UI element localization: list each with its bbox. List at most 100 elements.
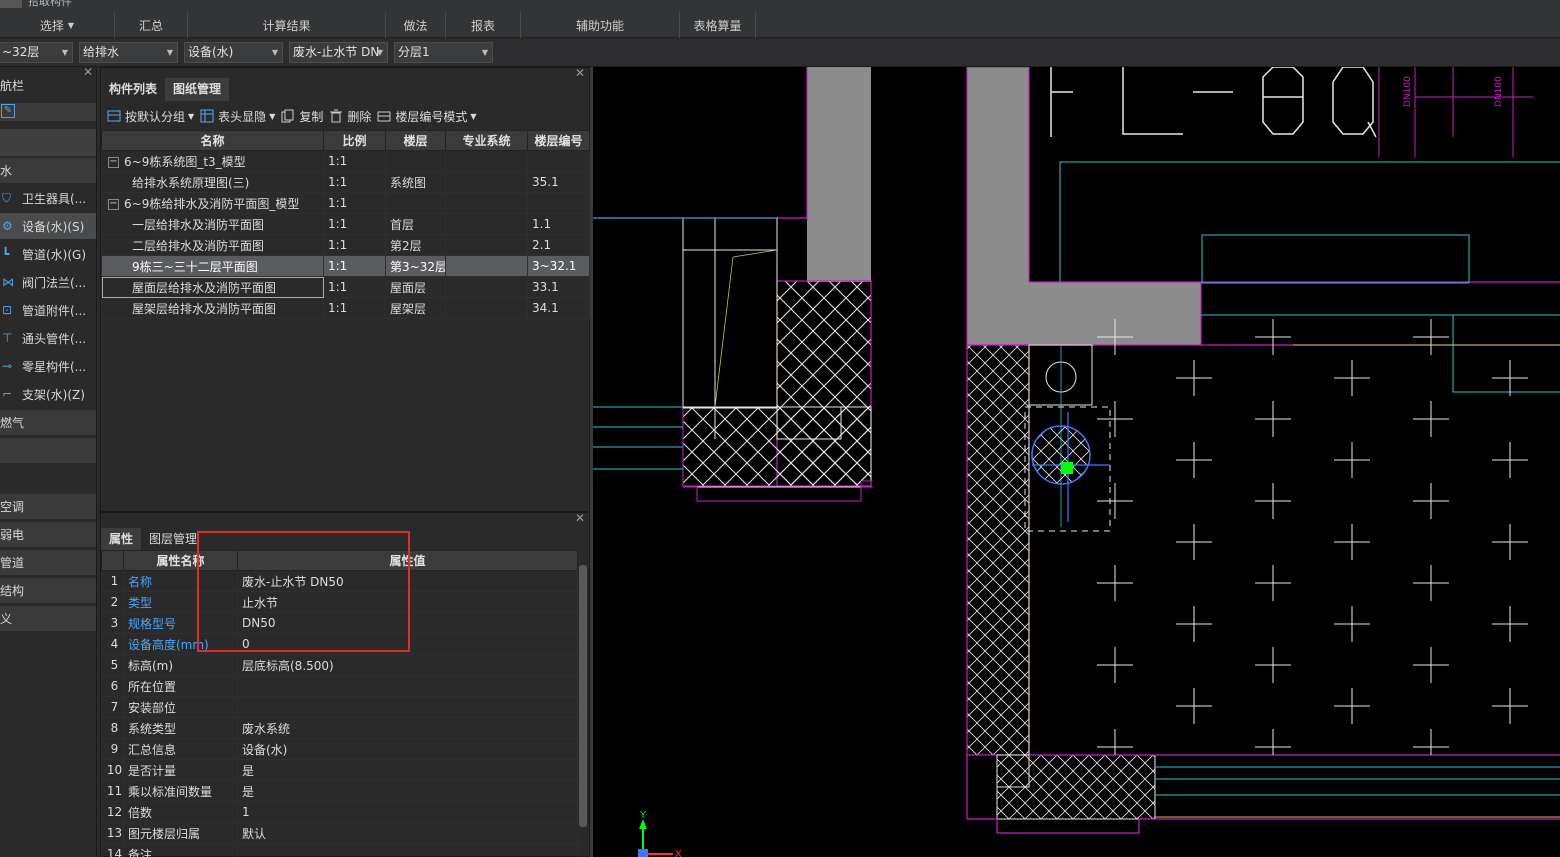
- ribbon-group-table-calc[interactable]: 表格算量: [680, 12, 756, 38]
- type-select[interactable]: 设备(水) ▼: [184, 42, 283, 63]
- property-row[interactable]: 14 备注: [101, 843, 578, 857]
- column-header[interactable]: 比例: [323, 130, 386, 151]
- ribbon-group-method[interactable]: 做法: [386, 12, 446, 38]
- floor-select[interactable]: ~32层 ▼: [0, 42, 73, 63]
- pick-component-label[interactable]: 拾取构件: [28, 0, 72, 9]
- sublayer-select[interactable]: 分层1 ▼: [394, 42, 493, 63]
- property-value[interactable]: 1: [237, 801, 578, 823]
- cad-canvas[interactable]: DN100 DN100 Y X: [593, 67, 1560, 857]
- nav-item-bracket[interactable]: ⌐ 支架(水)(Z): [0, 381, 96, 407]
- copy-button[interactable]: 复制: [281, 108, 323, 125]
- column-header[interactable]: 专业系统: [445, 130, 528, 151]
- property-value[interactable]: 层底标高(8.500): [237, 654, 578, 676]
- property-row[interactable]: 13 图元楼层归属 默认: [101, 822, 578, 844]
- property-value[interactable]: DN50: [237, 612, 578, 634]
- property-value[interactable]: 废水系统: [237, 717, 578, 739]
- property-row[interactable]: 8 系统类型 废水系统: [101, 717, 578, 739]
- table-row[interactable]: 屋架层给排水及消防平面图 1:1 屋架层 34.1: [101, 297, 590, 319]
- nav-item-misc[interactable]: ⊸ 零星构件(...: [0, 353, 96, 379]
- cad-drawing[interactable]: DN100 DN100 Y X: [593, 67, 1560, 857]
- property-value[interactable]: 设备(水): [237, 738, 578, 760]
- nav-item-pipe[interactable]: ┗ 管道(水)(G): [0, 241, 96, 267]
- property-value[interactable]: 默认: [237, 822, 578, 844]
- tab-drawing-management[interactable]: 图纸管理: [165, 78, 230, 101]
- ribbon-group-aux[interactable]: 辅助功能: [521, 12, 680, 38]
- grip-point[interactable]: [1061, 462, 1073, 474]
- drawing-name-cell: 屋面层给排水及消防平面图: [101, 276, 324, 298]
- close-icon[interactable]: ✕: [575, 511, 585, 525]
- close-icon[interactable]: ✕: [575, 66, 585, 80]
- property-name: 是否计量: [123, 759, 238, 781]
- property-value[interactable]: 是: [237, 780, 578, 802]
- property-row[interactable]: 7 安装部位: [101, 696, 578, 718]
- collapse-icon[interactable]: −: [108, 198, 119, 210]
- property-row[interactable]: 2 类型 止水节: [101, 591, 578, 613]
- table-header-icon: [200, 109, 214, 123]
- table-row[interactable]: 给排水系统原理图(三) 1:1 系统图 35.1: [101, 171, 590, 193]
- property-row[interactable]: 3 规格型号 DN50: [101, 612, 578, 634]
- column-header[interactable]: 楼层编号: [527, 130, 590, 151]
- equipment-icon: ⚙: [2, 219, 13, 233]
- edit-icon[interactable]: ✎: [1, 104, 15, 118]
- nav-category-pipeline[interactable]: 管道: [0, 549, 96, 575]
- nav-category-blank[interactable]: [0, 128, 96, 156]
- properties-table: 属性名称 属性值 1 名称 废水-止水节 DN50 2 类型 止水节 3 规格型号 DN50 4 设…: [101, 550, 578, 857]
- discipline-select[interactable]: 给排水 ▼: [79, 42, 178, 63]
- system-cell: [445, 297, 528, 319]
- property-row[interactable]: 12 倍数 1: [101, 801, 578, 823]
- property-row[interactable]: 11 乘以标准间数量是: [101, 780, 578, 802]
- property-row[interactable]: 9 汇总信息 设备(水): [101, 738, 578, 760]
- delete-button[interactable]: 删除: [329, 108, 371, 125]
- chevron-down-icon: ▼: [269, 111, 276, 121]
- ribbon-group-select[interactable]: 选择 ▼: [0, 12, 115, 38]
- table-row[interactable]: 一层给排水及消防平面图 1:1 首层 1.1: [101, 213, 590, 235]
- property-value[interactable]: [237, 843, 578, 857]
- row-number-header: [101, 550, 124, 571]
- scale-cell: 1:1: [323, 171, 386, 193]
- nav-category-hvac[interactable]: 空调: [0, 493, 96, 519]
- nav-category-custom[interactable]: 义: [0, 605, 96, 631]
- table-row[interactable]: −6~9栋系统图_t3_模型 1:1: [101, 150, 590, 172]
- ribbon-group-results[interactable]: 计算结果: [188, 12, 386, 38]
- nav-item-tee[interactable]: ⊤ 通头管件(...: [0, 325, 96, 351]
- property-value[interactable]: [237, 696, 578, 718]
- column-header[interactable]: 名称: [101, 130, 324, 151]
- property-value[interactable]: [237, 675, 578, 697]
- property-value[interactable]: 0: [237, 633, 578, 655]
- nav-category-weak-current[interactable]: 弱电: [0, 521, 96, 547]
- nav-item-pipe-fitting[interactable]: ⊡ 管道附件(...: [0, 297, 96, 323]
- tab-layer-management[interactable]: 图层管理: [141, 528, 205, 551]
- nav-category-blank2[interactable]: [0, 437, 96, 463]
- properties-scrollbar[interactable]: [579, 565, 587, 827]
- table-row[interactable]: 二层给排水及消防平面图 1:1 第2层 2.1: [101, 234, 590, 256]
- group-default-button[interactable]: 按默认分组 ▼: [107, 108, 194, 125]
- table-row-selected[interactable]: 9栋三~三十二层平面图 1:1 第3~32层 3~32.1: [101, 255, 590, 277]
- table-row[interactable]: 屋面层给排水及消防平面图 1:1 屋面层 33.1: [101, 276, 590, 298]
- ribbon-group-summary[interactable]: 汇总: [115, 12, 188, 38]
- nav-item-valve[interactable]: ⋈ 阀门法兰(...: [0, 269, 96, 295]
- tab-properties[interactable]: 属性: [101, 528, 142, 551]
- floor-number-mode-button[interactable]: 楼层编号模式 ▼: [377, 108, 477, 125]
- nav-category-water[interactable]: 水: [0, 157, 96, 183]
- header-toggle-button[interactable]: 表头显隐 ▼: [200, 108, 275, 125]
- property-row[interactable]: 4 设备高度(mm) 0: [101, 633, 578, 655]
- collapse-icon[interactable]: −: [108, 156, 119, 168]
- tab-component-list[interactable]: 构件列表: [101, 78, 165, 101]
- component-select[interactable]: 废水-止水节 DN ▼: [289, 42, 388, 63]
- property-row[interactable]: 5 标高(m) 层底标高(8.500): [101, 654, 578, 676]
- nav-category-gas[interactable]: 燃气: [0, 409, 96, 435]
- table-row[interactable]: −6~9栋给排水及消防平面图_模型 1:1: [101, 192, 590, 214]
- property-value[interactable]: 止水节: [237, 591, 578, 613]
- property-row[interactable]: 1 名称 废水-止水节 DN50: [101, 570, 578, 592]
- nav-category-structure[interactable]: 结构: [0, 577, 96, 603]
- nav-item-equipment[interactable]: ⚙ 设备(水)(S): [0, 213, 96, 239]
- property-row[interactable]: 10 是否计量是: [101, 759, 578, 781]
- nav-item-sanitary[interactable]: ⛉ 卫生器具(...: [0, 185, 96, 211]
- property-value[interactable]: 是: [237, 759, 578, 781]
- ribbon-group-report[interactable]: 报表: [446, 12, 521, 38]
- drain-symbol[interactable]: [1031, 425, 1091, 485]
- row-number: 14: [101, 843, 124, 857]
- column-header[interactable]: 楼层: [385, 130, 446, 151]
- property-value[interactable]: 废水-止水节 DN50: [237, 570, 578, 592]
- property-row[interactable]: 6 所在位置: [101, 675, 578, 697]
